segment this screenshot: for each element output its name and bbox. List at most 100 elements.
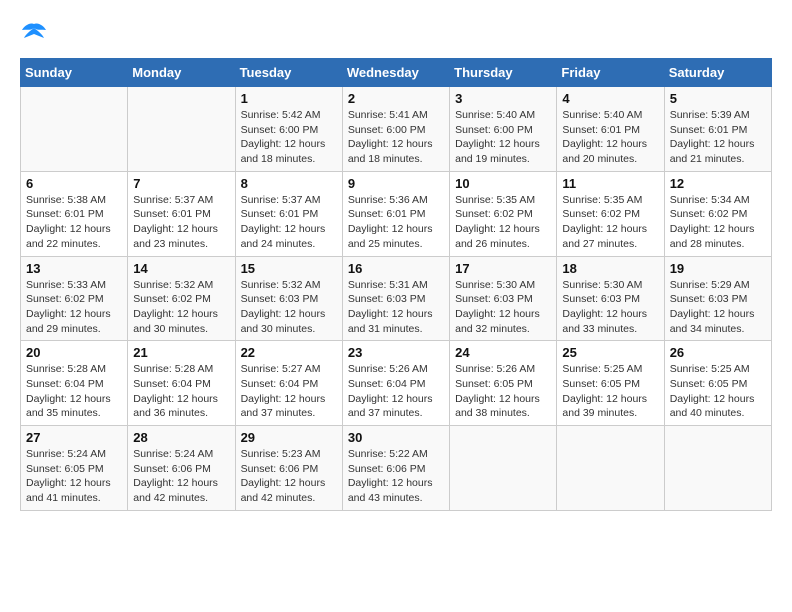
- calendar-day-cell: 8 Sunrise: 5:37 AM Sunset: 6:01 PM Daylig…: [235, 171, 342, 256]
- day-info: Sunrise: 5:31 AM Sunset: 6:03 PM Dayligh…: [348, 278, 444, 337]
- calendar-week-row: 20 Sunrise: 5:28 AM Sunset: 6:04 PM Dayli…: [21, 341, 772, 426]
- calendar-day-cell: 6 Sunrise: 5:38 AM Sunset: 6:01 PM Daylig…: [21, 171, 128, 256]
- calendar-day-cell: 26 Sunrise: 5:25 AM Sunset: 6:05 PM Dayli…: [664, 341, 771, 426]
- day-number: 29: [241, 430, 337, 445]
- day-number: 16: [348, 261, 444, 276]
- calendar-day-cell: 9 Sunrise: 5:36 AM Sunset: 6:01 PM Daylig…: [342, 171, 449, 256]
- calendar-day-cell: 18 Sunrise: 5:30 AM Sunset: 6:03 PM Dayli…: [557, 256, 664, 341]
- day-number: 3: [455, 91, 551, 106]
- day-number: 21: [133, 345, 229, 360]
- calendar-day-cell: 27 Sunrise: 5:24 AM Sunset: 6:05 PM Dayli…: [21, 426, 128, 511]
- calendar-day-cell: 19 Sunrise: 5:29 AM Sunset: 6:03 PM Dayli…: [664, 256, 771, 341]
- day-number: 13: [26, 261, 122, 276]
- day-number: 4: [562, 91, 658, 106]
- calendar-empty-cell: [664, 426, 771, 511]
- calendar-day-cell: 2 Sunrise: 5:41 AM Sunset: 6:00 PM Daylig…: [342, 87, 449, 172]
- weekday-header-tuesday: Tuesday: [235, 59, 342, 87]
- day-number: 9: [348, 176, 444, 191]
- day-info: Sunrise: 5:36 AM Sunset: 6:01 PM Dayligh…: [348, 193, 444, 252]
- day-number: 20: [26, 345, 122, 360]
- day-info: Sunrise: 5:30 AM Sunset: 6:03 PM Dayligh…: [455, 278, 551, 337]
- calendar-day-cell: 11 Sunrise: 5:35 AM Sunset: 6:02 PM Dayli…: [557, 171, 664, 256]
- page-header: [20, 20, 772, 42]
- day-info: Sunrise: 5:25 AM Sunset: 6:05 PM Dayligh…: [562, 362, 658, 421]
- day-info: Sunrise: 5:32 AM Sunset: 6:03 PM Dayligh…: [241, 278, 337, 337]
- calendar-day-cell: 21Sunrise: 5:28 AM Sunset: 6:04 PM Dayli…: [128, 341, 235, 426]
- day-info: Sunrise: 5:26 AM Sunset: 6:04 PM Dayligh…: [348, 362, 444, 421]
- calendar-day-cell: 28 Sunrise: 5:24 AM Sunset: 6:06 PM Dayli…: [128, 426, 235, 511]
- day-number: 10: [455, 176, 551, 191]
- day-info: Sunrise: 5:30 AM Sunset: 6:03 PM Dayligh…: [562, 278, 658, 337]
- weekday-header-row: SundayMondayTuesdayWednesdayThursdayFrid…: [21, 59, 772, 87]
- calendar-day-cell: 14 Sunrise: 5:32 AM Sunset: 6:02 PM Dayli…: [128, 256, 235, 341]
- day-info: Sunrise: 5:32 AM Sunset: 6:02 PM Dayligh…: [133, 278, 229, 337]
- weekday-header-thursday: Thursday: [450, 59, 557, 87]
- day-number: 25: [562, 345, 658, 360]
- calendar-week-row: 13 Sunrise: 5:33 AM Sunset: 6:02 PM Dayli…: [21, 256, 772, 341]
- day-info: Sunrise: 5:35 AM Sunset: 6:02 PM Dayligh…: [562, 193, 658, 252]
- logo: [20, 20, 52, 42]
- day-number: 30: [348, 430, 444, 445]
- logo-bird-icon: [20, 20, 48, 42]
- weekday-header-monday: Monday: [128, 59, 235, 87]
- day-info: Sunrise: 5:41 AM Sunset: 6:00 PM Dayligh…: [348, 108, 444, 167]
- calendar-empty-cell: [21, 87, 128, 172]
- day-info: Sunrise: 5:25 AM Sunset: 6:05 PM Dayligh…: [670, 362, 766, 421]
- day-number: 1: [241, 91, 337, 106]
- day-number: 12: [670, 176, 766, 191]
- weekday-header-wednesday: Wednesday: [342, 59, 449, 87]
- day-info: Sunrise: 5:24 AM Sunset: 6:06 PM Dayligh…: [133, 447, 229, 506]
- day-number: 27: [26, 430, 122, 445]
- calendar-empty-cell: [128, 87, 235, 172]
- day-number: 15: [241, 261, 337, 276]
- day-info: Sunrise: 5:24 AM Sunset: 6:05 PM Dayligh…: [26, 447, 122, 506]
- calendar-day-cell: 12 Sunrise: 5:34 AM Sunset: 6:02 PM Dayli…: [664, 171, 771, 256]
- day-number: 2: [348, 91, 444, 106]
- calendar-day-cell: 23 Sunrise: 5:26 AM Sunset: 6:04 PM Dayli…: [342, 341, 449, 426]
- weekday-header-sunday: Sunday: [21, 59, 128, 87]
- day-info: Sunrise: 5:33 AM Sunset: 6:02 PM Dayligh…: [26, 278, 122, 337]
- day-info: Sunrise: 5:39 AM Sunset: 6:01 PM Dayligh…: [670, 108, 766, 167]
- calendar-day-cell: 29 Sunrise: 5:23 AM Sunset: 6:06 PM Dayli…: [235, 426, 342, 511]
- day-info: Sunrise: 5:27 AM Sunset: 6:04 PM Dayligh…: [241, 362, 337, 421]
- day-info: Sunrise: 5:23 AM Sunset: 6:06 PM Dayligh…: [241, 447, 337, 506]
- calendar-day-cell: 20 Sunrise: 5:28 AM Sunset: 6:04 PM Dayli…: [21, 341, 128, 426]
- day-number: 14: [133, 261, 229, 276]
- day-number: 26: [670, 345, 766, 360]
- day-info: Sunrise: 5:37 AM Sunset: 6:01 PM Dayligh…: [133, 193, 229, 252]
- calendar-day-cell: 10 Sunrise: 5:35 AM Sunset: 6:02 PM Dayli…: [450, 171, 557, 256]
- day-info: Sunrise: 5:28 AM Sunset: 6:04 PM Dayligh…: [26, 362, 122, 421]
- day-number: 6: [26, 176, 122, 191]
- day-number: 7: [133, 176, 229, 191]
- weekday-header-saturday: Saturday: [664, 59, 771, 87]
- calendar-table: SundayMondayTuesdayWednesdayThursdayFrid…: [20, 58, 772, 511]
- day-number: 23: [348, 345, 444, 360]
- day-info: Sunrise: 5:38 AM Sunset: 6:01 PM Dayligh…: [26, 193, 122, 252]
- day-info: Sunrise: 5:37 AM Sunset: 6:01 PM Dayligh…: [241, 193, 337, 252]
- calendar-day-cell: 3 Sunrise: 5:40 AM Sunset: 6:00 PM Daylig…: [450, 87, 557, 172]
- calendar-day-cell: 16 Sunrise: 5:31 AM Sunset: 6:03 PM Dayli…: [342, 256, 449, 341]
- day-number: 18: [562, 261, 658, 276]
- calendar-day-cell: 13 Sunrise: 5:33 AM Sunset: 6:02 PM Dayli…: [21, 256, 128, 341]
- day-number: 28: [133, 430, 229, 445]
- day-number: 19: [670, 261, 766, 276]
- calendar-day-cell: 15 Sunrise: 5:32 AM Sunset: 6:03 PM Dayli…: [235, 256, 342, 341]
- calendar-week-row: 27 Sunrise: 5:24 AM Sunset: 6:05 PM Dayli…: [21, 426, 772, 511]
- calendar-day-cell: 5Sunrise: 5:39 AM Sunset: 6:01 PM Daylig…: [664, 87, 771, 172]
- calendar-day-cell: 17 Sunrise: 5:30 AM Sunset: 6:03 PM Dayli…: [450, 256, 557, 341]
- calendar-week-row: 1Sunrise: 5:42 AM Sunset: 6:00 PM Daylig…: [21, 87, 772, 172]
- calendar-day-cell: 25 Sunrise: 5:25 AM Sunset: 6:05 PM Dayli…: [557, 341, 664, 426]
- weekday-header-friday: Friday: [557, 59, 664, 87]
- day-number: 8: [241, 176, 337, 191]
- day-info: Sunrise: 5:35 AM Sunset: 6:02 PM Dayligh…: [455, 193, 551, 252]
- day-number: 17: [455, 261, 551, 276]
- day-number: 11: [562, 176, 658, 191]
- day-info: Sunrise: 5:29 AM Sunset: 6:03 PM Dayligh…: [670, 278, 766, 337]
- day-info: Sunrise: 5:26 AM Sunset: 6:05 PM Dayligh…: [455, 362, 551, 421]
- calendar-day-cell: 4Sunrise: 5:40 AM Sunset: 6:01 PM Daylig…: [557, 87, 664, 172]
- calendar-day-cell: 22Sunrise: 5:27 AM Sunset: 6:04 PM Dayli…: [235, 341, 342, 426]
- day-info: Sunrise: 5:34 AM Sunset: 6:02 PM Dayligh…: [670, 193, 766, 252]
- day-info: Sunrise: 5:40 AM Sunset: 6:00 PM Dayligh…: [455, 108, 551, 167]
- day-info: Sunrise: 5:22 AM Sunset: 6:06 PM Dayligh…: [348, 447, 444, 506]
- calendar-day-cell: 30 Sunrise: 5:22 AM Sunset: 6:06 PM Dayli…: [342, 426, 449, 511]
